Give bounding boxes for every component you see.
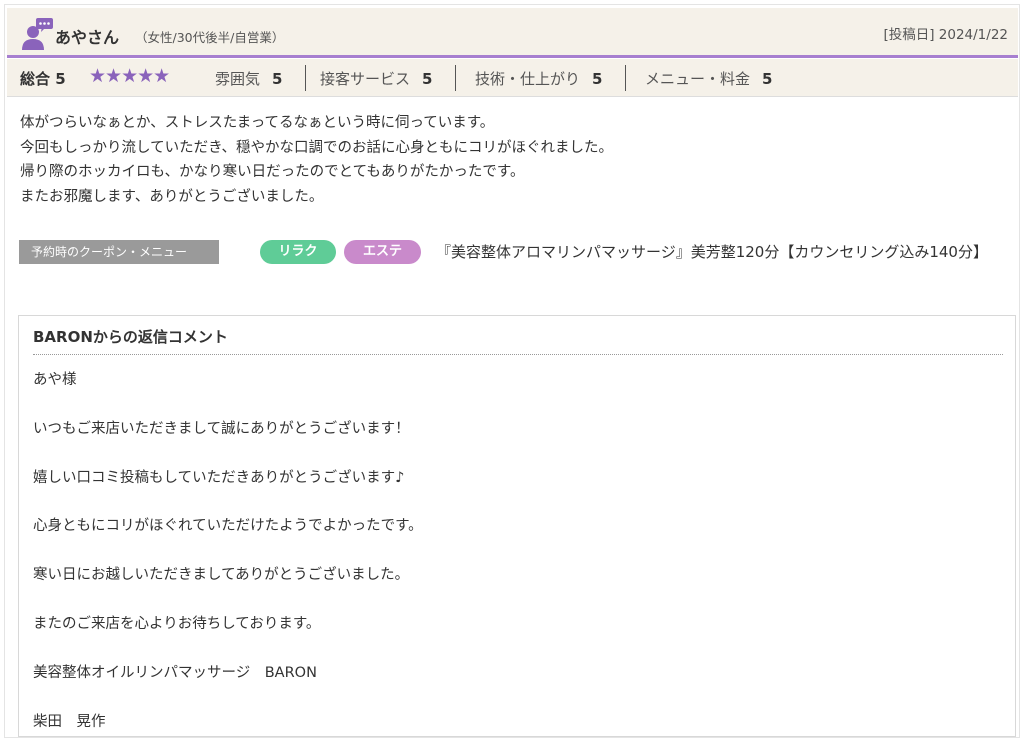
reply-paragraph: またのご来店を心よりお待ちしております。 xyxy=(33,615,321,632)
post-date: [投稿日] 2024/1/22 xyxy=(883,27,1008,43)
reply-paragraph: あや様 xyxy=(33,372,77,388)
rating-value: 5 xyxy=(762,70,773,88)
rating-menu-price: メニュー・料金 5 xyxy=(645,68,772,89)
rating-value: 5 xyxy=(422,70,433,88)
tag-esthe: エステ xyxy=(344,240,421,264)
review-line: またお邪魔します、ありがとうございました。 xyxy=(20,188,324,205)
divider xyxy=(305,65,306,91)
rating-bar: 総合 5 ★★★★★ 雰囲気 5 接客サービス 5 技術・仕上がり 5 メニュー・料金… xyxy=(7,59,1018,97)
reply-paragraph: 寒い日にお越しいただきましてありがとうございました。 xyxy=(33,567,410,584)
review-line: 体がつらいなぁとか、ストレスたまってるなぁという時に伺っています。 xyxy=(20,115,495,131)
reply-paragraph: 美容整体オイルリンパマッサージ BARON xyxy=(33,664,317,681)
reply-paragraph: いつもご来店いただきまして誠にありがとうございます！ xyxy=(33,420,410,437)
rating-atmosphere: 雰囲気 5 xyxy=(215,68,282,89)
reply-paragraph: 柴田 晃作 xyxy=(33,713,106,730)
reviewer-profile: （女性/30代後半/自営業） xyxy=(135,30,285,45)
reply-paragraph: 心身ともにコリがほぐれていただけたようでよかったです。 xyxy=(33,518,423,535)
rating-technique: 技術・仕上がり 5 xyxy=(475,68,602,89)
reply-box: BARONからの返信コメント あや様 いつもご来店いただきまして誠にありがとうご… xyxy=(18,315,1016,737)
star-rating-icon: ★★★★★ xyxy=(89,65,170,87)
rating-label: 接客サービス xyxy=(320,70,411,88)
divider xyxy=(625,65,626,91)
rating-label: 技術・仕上がり xyxy=(475,70,581,88)
tag-relax: リラク xyxy=(260,240,336,264)
coupon-menu-link[interactable]: 『美容整体アロマリンパマッサージ』美芳整120分【カウンセリング込み140分】 xyxy=(436,240,1011,265)
coupon-label: 予約時のクーポン・メニュー xyxy=(19,240,219,264)
rating-label: メニュー・料金 xyxy=(645,70,751,88)
rating-value: 5 xyxy=(272,70,283,88)
person-icon xyxy=(22,18,53,50)
divider xyxy=(455,65,456,91)
rating-label: 雰囲気 xyxy=(215,70,261,88)
review-line: 帰り際のホッカイロも、かなり寒い日だったのでとてもありがたかったです。 xyxy=(20,164,525,180)
overall-rating: 総合 5 xyxy=(20,70,66,88)
reply-title: BARONからの返信コメント xyxy=(33,328,228,346)
reviewer-name: あやさん xyxy=(55,28,120,47)
reply-paragraph: 嬉しい口コミ投稿もしていただきありがとうございます♪ xyxy=(33,469,405,486)
review-body: 体がつらいなぁとか、ストレスたまってるなぁという時に伺っています。 今回もしっか… xyxy=(20,111,613,209)
reply-body: あや様 いつもご来店いただきまして誠にありがとうございます！ 嬉しい口コミ投稿も… xyxy=(33,368,423,734)
divider xyxy=(33,354,1003,355)
review-header: あやさん （女性/30代後半/自営業） [投稿日] 2024/1/22 xyxy=(7,8,1018,58)
rating-value: 5 xyxy=(592,70,603,88)
rating-service: 接客サービス 5 xyxy=(320,68,432,89)
review-line: 今回もしっかり流していただき、穏やかな口調でのお話に心身ともにコリがほぐれました… xyxy=(20,139,614,156)
